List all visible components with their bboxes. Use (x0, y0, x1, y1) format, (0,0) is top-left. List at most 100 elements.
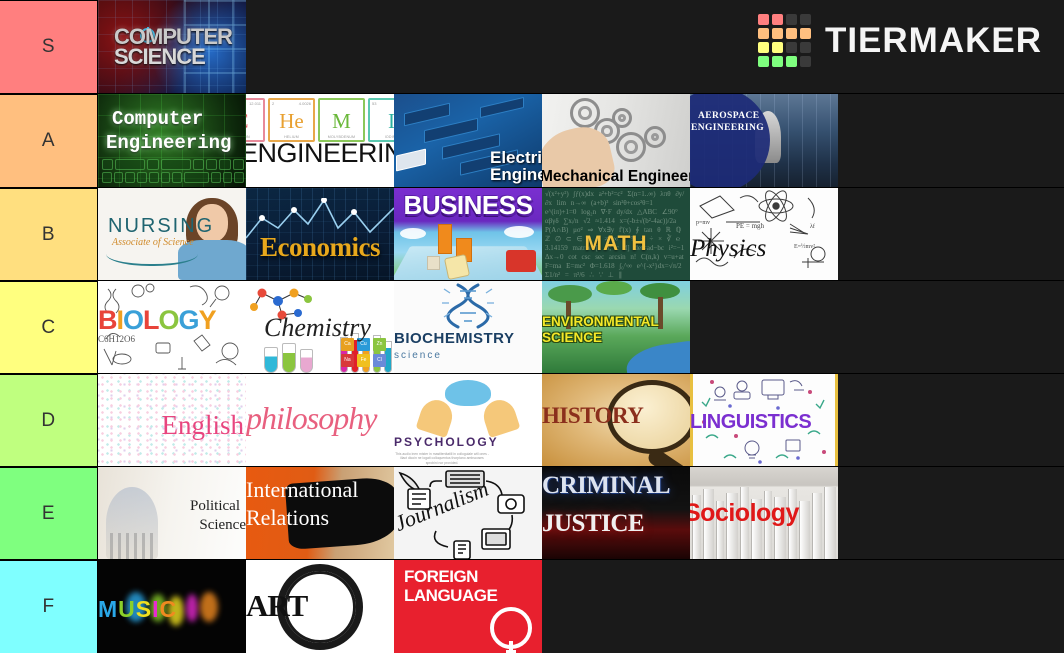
tile-label-line1: Electrical (490, 148, 542, 167)
svg-text:λf: λf (810, 223, 815, 230)
linguistics-image: LINGUISTICS (690, 374, 838, 466)
tile-electrical-engineering[interactable]: Electrical Engineering (394, 94, 542, 187)
foreign-language-image: FOREIGN LANGUAGE (394, 560, 542, 653)
tile-economics[interactable]: Economics (246, 188, 394, 280)
biology-letter: G (178, 305, 200, 335)
tile-linguistics[interactable]: LINGUISTICS (690, 374, 838, 466)
chip-decoration (480, 96, 524, 119)
tile-business[interactable]: BUSINESS (394, 188, 542, 280)
tile-criminal-justice[interactable]: CRIMINAL JUSTICE (542, 467, 690, 559)
tile-environmental-science[interactable]: ENVIRONMENTAL SCIENCE (542, 281, 690, 373)
tile-label-line1: philosophy (246, 400, 377, 436)
tile-nursing[interactable]: NURSING Associate of Science (98, 188, 246, 280)
tile-aerospace-engineering[interactable]: AEROSPACE ENGINEERING (690, 94, 838, 187)
tier-label-f-text: F (42, 596, 55, 617)
criminal-justice-image: CRIMINAL JUSTICE (542, 467, 690, 559)
tier-items-f[interactable]: MUSIC ART FOREIGN LANGUAGE (98, 560, 1064, 653)
tier-items-c[interactable]: BIOLOGY C6H12O6 Ca Cu Zn Na Fe Cl Chemis… (98, 281, 1064, 373)
economics-image: Economics (246, 188, 394, 280)
element-symbol: C (246, 109, 263, 134)
element-symbol: I (388, 109, 394, 133)
tier-label-d[interactable]: D (0, 374, 98, 466)
computer-engineering-image: Computer Engineering (98, 94, 246, 187)
tile-political-science[interactable]: Political Science (98, 467, 246, 559)
book-spine (812, 493, 822, 559)
tile-label-line2: science (394, 350, 442, 361)
fine-print-text: This audio inen mister in mastitenitatil… (395, 452, 489, 465)
logo-cell (757, 42, 769, 53)
flask (264, 347, 278, 373)
tile-label-line2: ENGINEERING (246, 138, 394, 168)
tile-chemistry[interactable]: Ca Cu Zn Na Fe Cl Chemistry (246, 281, 394, 373)
element-number: 2 (272, 101, 275, 106)
logo-wordmark: TIERMAKER (824, 20, 1042, 60)
journalism-image: Journalism (394, 467, 542, 559)
tier-label-f[interactable]: F (0, 560, 98, 653)
logo-cell (771, 28, 783, 39)
tile-label-line1: ART (246, 588, 308, 623)
element-tile: M MOLYBDENUM (318, 98, 365, 142)
cloud-decoration (504, 226, 534, 238)
tile-label-line1: MATH (584, 232, 648, 255)
chip-decoration (396, 148, 426, 172)
tile-mechanical-engineering[interactable]: Mechanical Engineering (542, 94, 690, 187)
biology-letter: O (123, 305, 144, 335)
logo-cell (771, 14, 783, 25)
tile-music[interactable]: MUSIC (98, 560, 246, 653)
music-letter: C (159, 596, 178, 622)
nursing-image: NURSING Associate of Science (98, 188, 246, 280)
cloud-decoration (400, 228, 426, 239)
tile-history[interactable]: HISTORY (542, 374, 690, 466)
tile-philosophy[interactable]: philosophy (246, 374, 394, 466)
tile-label-line1: Sociology (690, 499, 799, 527)
business-image: BUSINESS (394, 188, 542, 280)
tile-physics[interactable]: PE = mgh p=mv λf E=½mv² Physics (690, 188, 838, 280)
tier-items-e[interactable]: Political Science International Relation… (98, 467, 1064, 559)
aerospace-engineering-image: AEROSPACE ENGINEERING (690, 94, 838, 187)
tile-international-relations[interactable]: International Relations (246, 467, 394, 559)
tier-label-s[interactable]: S (0, 0, 98, 93)
element-mass: 4.0026 (298, 101, 311, 106)
tier-items-d[interactable]: English philosophy PSYCHOLOGY This audio… (98, 374, 1064, 466)
tier-list-board: S COMPUTER SCIENCE A Computer Engineerin… (0, 0, 1064, 653)
element-tile: 2 4.0026 He HELIUM (268, 98, 315, 142)
building-decoration (438, 224, 452, 254)
tile-journalism[interactable]: Journalism (394, 467, 542, 559)
tile-label-line2: ENGINEERING (691, 123, 765, 133)
tile-math[interactable]: √(x²+y²) ∫ƒ(x)dx a²+b²=c² Σ(n=1..∞) λπθ … (542, 188, 690, 280)
art-image: ART (246, 560, 394, 653)
tile-sociology[interactable]: Sociology (690, 467, 838, 559)
tier-label-b[interactable]: B (0, 188, 98, 280)
tile-computer-engineering[interactable]: Computer Engineering (98, 94, 246, 187)
column-decoration (110, 533, 113, 559)
tile-foreign-language[interactable]: FOREIGN LANGUAGE (394, 560, 542, 653)
international-relations-image: International Relations (246, 467, 394, 559)
tile-label-line1: AEROSPACE (698, 111, 760, 121)
tier-label-a[interactable]: A (0, 94, 98, 187)
tile-biochemistry[interactable]: BIOCHEMISTRY science (394, 281, 542, 373)
tile-art[interactable]: ART (246, 560, 394, 653)
tier-row-c: C BIOLOGY C6H12O6 Ca Cu Zn Na Fe Cl Chem… (0, 281, 1064, 374)
biology-letter: L (143, 305, 159, 335)
tier-items-a[interactable]: Computer Engineering 6 12.011 C (98, 94, 1064, 187)
tile-label-line1: HISTORY (542, 403, 644, 428)
svg-text:p=mv: p=mv (696, 220, 710, 226)
tile-label-line2: SCIENCE (114, 44, 206, 69)
svg-text:PE = mgh: PE = mgh (736, 222, 765, 230)
tier-label-e[interactable]: E (0, 467, 98, 559)
biology-letter: Y (198, 305, 217, 335)
element-square: Fe (357, 354, 370, 367)
tile-chemical-engineering[interactable]: 6 12.011 C CARBON 2 4.0026 He HELIUM (246, 94, 394, 187)
tile-computer-science[interactable]: COMPUTER SCIENCE (98, 0, 246, 93)
tile-english[interactable]: English (98, 374, 246, 466)
svg-text:E=½mv²: E=½mv² (794, 243, 815, 250)
logo-cell (799, 14, 811, 25)
periodic-elements-row: 6 12.011 C CARBON 2 4.0026 He HELIUM (246, 98, 394, 142)
tile-label-line1: Economics (260, 232, 381, 262)
tile-psychology[interactable]: PSYCHOLOGY This audio inen mister in mas… (394, 374, 542, 466)
tile-biology[interactable]: BIOLOGY C6H12O6 (98, 281, 246, 373)
tile-label-line1: Mechanical Engineering (542, 168, 690, 186)
tier-label-c[interactable]: C (0, 281, 98, 373)
biology-letter: B (98, 305, 117, 335)
tier-items-b[interactable]: NURSING Associate of Science Economics B… (98, 188, 1064, 280)
